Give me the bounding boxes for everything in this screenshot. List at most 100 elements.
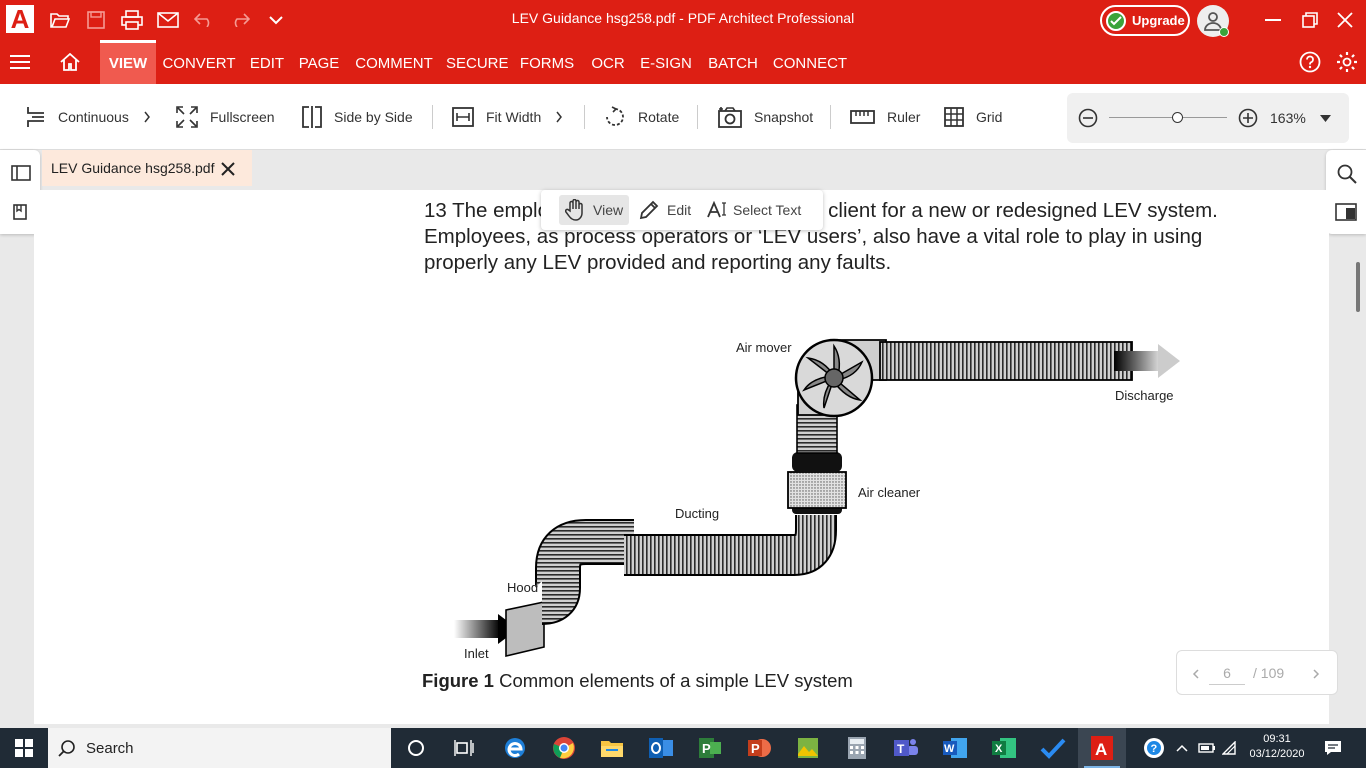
tab-batch[interactable]: BATCH [705,40,761,84]
pdf-architect-taskbar-icon[interactable]: A [1078,728,1126,768]
properties-panel-icon[interactable] [1335,203,1357,221]
zoom-out-icon[interactable] [1078,108,1098,128]
open-folder-icon[interactable] [48,8,72,32]
continuous-button[interactable]: Continuous [26,84,163,150]
minimize-button[interactable] [1258,6,1288,34]
svg-text:W: W [944,743,955,755]
task-view-icon[interactable] [440,728,488,768]
zoom-in-icon[interactable] [1238,108,1258,128]
next-page-icon[interactable] [1313,669,1320,679]
word-icon[interactable]: W [931,728,979,768]
select-text-mode-button[interactable]: Select Text [701,195,807,225]
taskbar-search-label: Search [86,739,134,757]
zoom-slider-knob[interactable] [1172,112,1184,123]
thumbnails-panel-icon[interactable] [11,165,31,181]
user-avatar[interactable] [1197,5,1229,37]
photos-app-icon[interactable] [784,728,832,768]
print-icon[interactable] [120,8,144,32]
tab-ocr[interactable]: OCR [587,40,629,84]
svg-text:?: ? [1151,743,1158,755]
tab-view[interactable]: VIEW [100,40,156,84]
help-icon[interactable] [1296,40,1324,84]
label-ducting: Ducting [675,506,720,521]
tab-convert[interactable]: CONVERT [162,40,236,84]
zoom-dropdown-icon[interactable] [1320,115,1331,122]
powerpoint-icon[interactable]: P [735,728,783,768]
start-button[interactable] [0,728,48,768]
outlook-icon[interactable] [637,728,685,768]
tab-edit[interactable]: EDIT [246,40,288,84]
fit-width-button[interactable]: Fit Width [452,84,575,150]
tab-comment[interactable]: COMMENT [351,40,437,84]
rotate-button[interactable]: Rotate [604,84,679,150]
toolbar-divider [584,105,585,129]
fullscreen-icon [176,106,198,128]
maximize-button[interactable] [1295,6,1325,34]
tab-connect[interactable]: CONNECT [771,40,849,84]
upgrade-label: Upgrade [1132,13,1185,28]
edit-mode-label: Edit [667,202,692,218]
grid-button[interactable]: Grid [944,84,1002,150]
tab-page[interactable]: PAGE [297,40,341,84]
view-mode-button[interactable]: View [559,195,630,225]
taskbar-search-box[interactable]: Search [48,728,391,768]
app-logo-icon[interactable]: A [6,5,34,33]
project-app-icon[interactable]: P [686,728,734,768]
close-window-button[interactable] [1330,6,1360,34]
tab-e-sign[interactable]: E-SIGN [638,40,694,84]
checkmark-icon [1106,10,1126,31]
page-total: / 109 [1253,665,1285,681]
page-number-input[interactable]: 6 [1209,665,1245,685]
document-tab[interactable]: LEV Guidance hsg258.pdf [42,150,252,186]
svg-text:X: X [995,743,1003,755]
tab-secure[interactable]: SECURE [446,40,509,84]
label-air-mover: Air mover [736,340,792,355]
save-icon[interactable] [84,8,108,32]
ruler-button[interactable]: Ruler [850,84,920,150]
snapshot-label: Snapshot [754,109,814,125]
chrome-browser-icon[interactable] [540,728,588,768]
find-icon[interactable] [1337,164,1357,184]
snapshot-button[interactable]: Snapshot [718,84,813,150]
todo-app-icon[interactable] [1029,728,1077,768]
notification-center-icon[interactable] [1324,728,1342,768]
calculator-icon[interactable] [833,728,881,768]
right-side-panel [1326,150,1366,234]
wifi-icon[interactable] [1222,728,1238,768]
svg-text:P: P [702,741,711,756]
undo-icon[interactable] [192,8,216,32]
ruler-label: Ruler [887,109,921,125]
edit-mode-button[interactable]: Edit [633,195,697,225]
email-icon[interactable] [156,8,180,32]
cortana-icon[interactable] [392,728,440,768]
svg-text:A: A [1095,740,1107,759]
vertical-scrollbar-thumb[interactable] [1356,262,1360,312]
figure-number: Figure 1 [422,670,494,691]
svg-text:T: T [897,742,905,756]
customize-chevron-icon[interactable] [264,8,288,32]
hamburger-menu-icon[interactable] [0,40,40,84]
home-icon[interactable] [52,40,88,84]
bookmark-icon[interactable] [13,204,27,220]
file-explorer-icon[interactable] [588,728,636,768]
discharge-arrow [1114,351,1160,371]
excel-icon[interactable]: X [980,728,1028,768]
teams-icon[interactable]: T [882,728,930,768]
help-tray-icon[interactable]: ? [1143,728,1165,768]
upgrade-button[interactable]: Upgrade [1100,5,1190,36]
tab-forms[interactable]: FORMS [518,40,576,84]
label-air-cleaner: Air cleaner [858,485,921,500]
previous-page-icon[interactable] [1192,669,1199,679]
zoom-level[interactable]: 163% [1270,110,1306,126]
tray-expand-chevron-icon[interactable] [1176,728,1188,768]
edge-browser-icon[interactable] [491,728,539,768]
settings-gear-icon[interactable] [1333,40,1361,84]
side-by-side-button[interactable]: Side by Side [302,84,413,150]
close-tab-icon[interactable] [218,159,238,179]
zoom-slider[interactable] [1109,112,1227,123]
taskbar-clock[interactable]: 09:31 03/12/2020 [1248,732,1306,762]
fullscreen-button[interactable]: Fullscreen [176,84,275,150]
continuous-icon [27,107,44,127]
battery-icon[interactable] [1198,728,1216,768]
redo-icon[interactable] [228,8,252,32]
